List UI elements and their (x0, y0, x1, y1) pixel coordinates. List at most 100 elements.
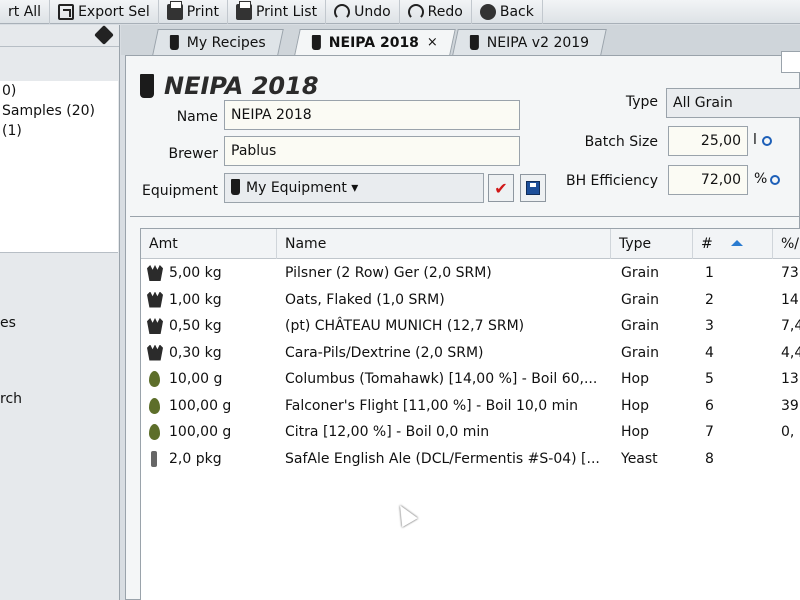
tab-neipa-2018[interactable]: NEIPA 2018 × (294, 29, 456, 55)
cell-percent: 4,4 (781, 344, 800, 361)
glass-icon (311, 35, 321, 50)
hop-icon (149, 424, 160, 440)
table-row[interactable]: 5,00 kg Pilsner (2 Row) Ger (2,0 SRM) Grai… (141, 260, 800, 286)
cell-type: Yeast (621, 450, 658, 467)
glass-icon (231, 179, 240, 195)
list-item[interactable]: es (0, 305, 118, 341)
cell-amount: 2,0 pkg (169, 450, 222, 467)
name-label: Name (176, 109, 218, 125)
column-header-percent[interactable]: %/I (773, 229, 800, 259)
cell-type: Grain (621, 265, 659, 281)
table-row[interactable]: 100,00 g Citra [12,00 %] - Boil 0,0 min Ho… (141, 419, 800, 445)
batch-size-field[interactable]: 25,00 (668, 126, 748, 156)
table-row[interactable]: 10,00 g Columbus (Tomahawk) [14,00 %] - B… (141, 366, 800, 392)
toolbar: rt All Export Sel Print Print List Undo … (0, 0, 800, 24)
cell-name: Columbus (Tomahawk) [14,00 %] - Boil 60,… (285, 371, 598, 387)
tree-item[interactable]: Samples (20) (0, 101, 118, 121)
equipment-select[interactable]: My Equipment ▾ (224, 173, 484, 203)
grain-icon (147, 318, 163, 334)
cell-percent: 0, (781, 424, 795, 440)
cell-amount: 100,00 g (169, 424, 232, 440)
batch-unit-icon[interactable] (762, 136, 772, 146)
export-selected-button[interactable]: Export Sel (50, 0, 159, 24)
list-item[interactable]: rch (0, 381, 118, 417)
brewer-field[interactable]: Pablus (224, 136, 520, 166)
glass-icon (140, 74, 154, 98)
column-header-number[interactable]: # (693, 229, 773, 259)
column-header-name[interactable]: Name (277, 229, 611, 259)
cell-type: Grain (621, 344, 659, 361)
cell-number: 1 (705, 265, 714, 281)
redo-button[interactable]: Redo (400, 0, 472, 24)
print-button[interactable]: Print (159, 0, 228, 24)
type-select[interactable]: All Grain (666, 88, 800, 118)
name-field[interactable]: NEIPA 2018 (224, 100, 520, 130)
left-pane-header (0, 25, 119, 47)
recipe-panel: NEIPA 2018 Name NEIPA 2018 Brewer Pablus… (125, 51, 800, 600)
cell-percent: 14, (781, 291, 800, 308)
type-label: Type (625, 94, 658, 110)
table-row[interactable]: 1,00 kg Oats, Flaked (1,0 SRM) Grain 2 14, (141, 287, 800, 313)
cell-number: 3 (705, 318, 714, 334)
sort-ascending-icon (730, 240, 743, 246)
column-header-amount[interactable]: Amt (141, 229, 277, 259)
table-row[interactable]: 100,00 g Falconer's Flight [11,00 %] - Bo… (141, 393, 800, 419)
cell-type: Hop (621, 371, 649, 387)
grain-icon (147, 291, 163, 308)
cell-name: SafAle English Ale (DCL/Fermentis #S-04)… (285, 450, 600, 467)
cell-name: Oats, Flaked (1,0 SRM) (285, 291, 445, 308)
cell-amount: 10,00 g (169, 371, 223, 387)
check-equipment-button[interactable]: ✔ (488, 174, 514, 202)
print-icon (235, 0, 252, 20)
cell-type: Grain (621, 291, 659, 308)
cell-type: Hop (621, 424, 649, 440)
cell-percent: 7,4 (781, 318, 800, 334)
recipe-title: NEIPA 2018 (164, 72, 319, 100)
cell-number: 8 (705, 450, 714, 467)
cell-name: Pilsner (2 Row) Ger (2,0 SRM) (285, 265, 492, 281)
cell-amount: 100,00 g (169, 397, 232, 414)
save-equipment-button[interactable] (520, 174, 546, 202)
hop-icon (149, 371, 160, 387)
cell-name: Cara-Pils/Dextrine (2,0 SRM) (285, 344, 484, 361)
cell-amount: 0,30 kg (169, 344, 222, 361)
efficiency-unit: % (754, 171, 768, 187)
table-header: Amt Name Type # %/I (141, 229, 800, 259)
cell-percent: 13 (781, 371, 799, 387)
close-icon[interactable]: × (427, 35, 438, 50)
efficiency-label: BH Efficiency (565, 173, 658, 189)
efficiency-unit-icon[interactable] (770, 175, 780, 185)
tree-item[interactable]: 0) (0, 81, 118, 101)
table-row[interactable]: 0,50 kg (pt) CHÂTEAU MUNICH (12,7 SRM) Gra… (141, 313, 800, 339)
ingredients-table: Amt Name Type # %/I 5,00 kg Pilsner (2 Ro… (140, 228, 800, 600)
column-header-type[interactable]: Type (611, 229, 693, 259)
undo-button[interactable]: Undo (326, 0, 400, 24)
table-row[interactable]: 2,0 pkg SafAle English Ale (DCL/Fermentis… (141, 446, 800, 472)
export-all-button[interactable]: rt All (0, 0, 51, 24)
tab-neipa-v2-2019[interactable]: NEIPA v2 2019 (452, 29, 608, 55)
panel-side-button[interactable] (781, 51, 800, 73)
hop-icon (149, 397, 160, 414)
equipment-label: Equipment (142, 183, 218, 199)
recipe-tree[interactable]: 0) Samples (20) (1) (0, 81, 118, 253)
grain-icon (147, 344, 163, 361)
cell-type: Grain (621, 318, 659, 334)
yeast-icon (151, 450, 157, 467)
save-icon (526, 181, 540, 195)
cell-percent: 39 (781, 397, 799, 414)
tab-my-recipes[interactable]: My Recipes (152, 29, 284, 55)
back-icon (479, 3, 496, 20)
efficiency-field[interactable]: 72,00 (668, 165, 748, 195)
cell-number: 2 (705, 291, 714, 308)
glass-icon (169, 35, 179, 50)
divider (130, 216, 800, 217)
cell-percent: 73, (781, 265, 800, 281)
cell-type: Hop (621, 397, 649, 414)
cell-number: 7 (705, 424, 714, 440)
batch-size-label: Batch Size (584, 134, 658, 150)
print-list-button[interactable]: Print List (228, 0, 327, 24)
back-button[interactable]: Back (472, 0, 543, 24)
table-row[interactable]: 0,30 kg Cara-Pils/Dextrine (2,0 SRM) Grain… (141, 340, 800, 366)
pin-icon[interactable] (94, 25, 114, 45)
tree-item[interactable]: (1) (0, 121, 118, 141)
